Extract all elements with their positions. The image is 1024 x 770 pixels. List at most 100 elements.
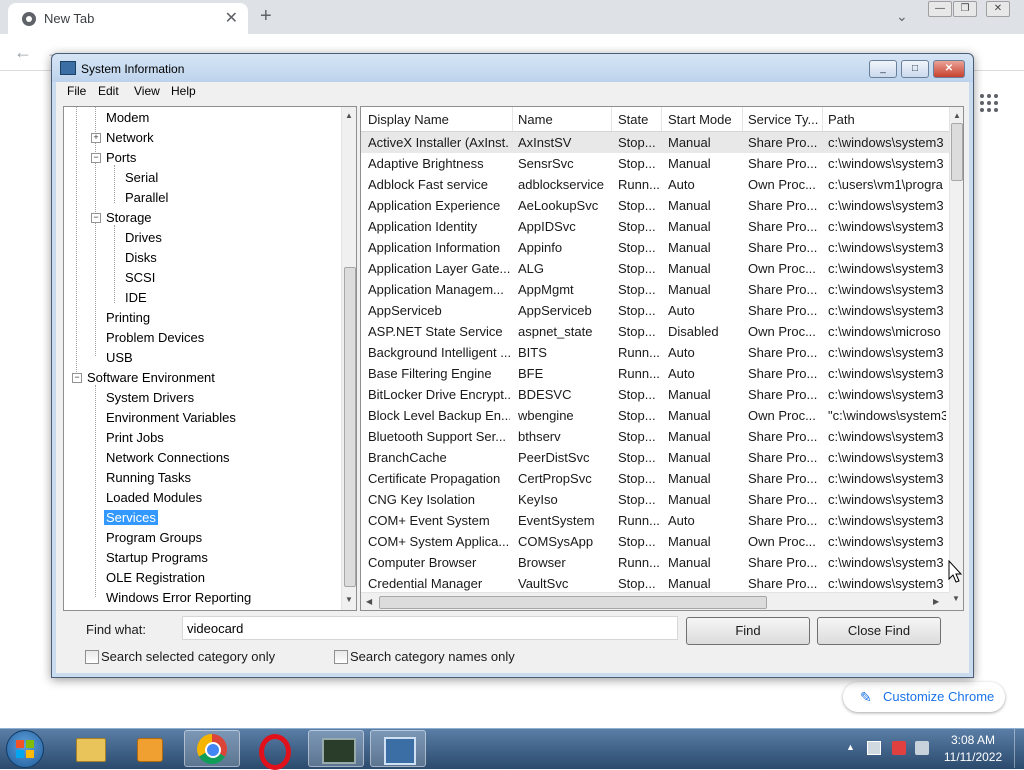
table-row[interactable]: CNG Key Isolation KeyIso Stop... Manual Shar… [361,489,949,510]
column-divider[interactable] [742,107,743,131]
tree-item-drives[interactable]: Drives [125,230,162,245]
tree-item-system-drivers[interactable]: System Drivers [106,390,194,405]
scroll-down-icon[interactable]: ▼ [345,595,353,604]
table-row[interactable]: COM+ Event System EventSystem Runn... Auto S… [361,510,949,531]
table-row[interactable]: AppServiceb AppServiceb Stop... Auto Share P… [361,300,949,321]
table-row[interactable]: Application Layer Gate... ALG Stop... Manua… [361,258,949,279]
tree-item-parallel[interactable]: Parallel [125,190,168,205]
menu-help[interactable]: Help [171,84,196,98]
column-name[interactable]: Name [518,112,553,127]
taskbar-system-information[interactable] [370,730,426,767]
back-arrow-icon[interactable]: ← [14,42,32,63]
tree-item-scsi[interactable]: SCSI [125,270,155,285]
column-display-name[interactable]: Display Name [368,112,449,127]
menu-file[interactable]: File [67,84,86,98]
table-row[interactable]: COM+ System Applica... COMSysApp Stop... Ma… [361,531,949,552]
tree-item-windows-error-reporting[interactable]: Windows Error Reporting [106,590,251,605]
collapse-storage-toggle[interactable]: − [91,213,101,223]
table-row[interactable]: Application Experience AeLookupSvc Stop...… [361,195,949,216]
network-icon[interactable] [867,741,881,755]
close-find-button[interactable]: Close Find [817,617,941,645]
find-what-input[interactable] [182,616,678,640]
tree-item-problem-devices[interactable]: Problem Devices [106,330,204,345]
list-vscroll-thumb[interactable] [951,123,963,181]
tree-item-print-jobs[interactable]: Print Jobs [106,430,164,445]
scroll-right-icon[interactable]: ▶ [933,597,939,606]
search-selected-category-checkbox[interactable] [85,650,99,664]
table-row[interactable]: Bluetooth Support Ser... bthserv Stop... Ma… [361,426,949,447]
list-hscroll-thumb[interactable] [379,596,767,609]
collapse-software-environment-toggle[interactable]: − [72,373,82,383]
table-row[interactable]: ASP.NET State Service aspnet_state Stop...… [361,321,949,342]
services-list[interactable]: Display Name Name State Start Mode Servi… [360,106,964,611]
tree-item-network[interactable]: Network [106,130,154,145]
column-state[interactable]: State [618,112,648,127]
action-center-icon[interactable] [892,741,906,755]
close-button[interactable]: ✕ [933,60,965,78]
scroll-down-icon[interactable]: ▼ [952,594,960,603]
minimize-browser-button[interactable]: — [928,1,952,17]
tree-item-environment-variables[interactable]: Environment Variables [106,410,236,425]
list-horizontal-scrollbar[interactable]: ◀ ▶ [361,592,949,610]
tree-item-loaded-modules[interactable]: Loaded Modules [106,490,202,505]
column-path[interactable]: Path [828,112,855,127]
collapse-ports-toggle[interactable]: − [91,153,101,163]
table-row[interactable]: Credential Manager VaultSvc Stop... Manual S… [361,573,949,594]
close-tab-icon[interactable]: ✕ [225,8,238,28]
scroll-up-icon[interactable]: ▲ [953,111,961,120]
show-hidden-icons-icon[interactable]: ▲ [846,742,855,752]
search-category-names-checkbox[interactable] [334,650,348,664]
chevron-down-icon[interactable]: ⌄ [896,8,908,25]
apps-grid-icon[interactable] [980,94,1000,114]
scroll-up-icon[interactable]: ▲ [345,111,353,120]
column-service-type[interactable]: Service Ty... [748,112,818,127]
table-row[interactable]: Application Identity AppIDSvc Stop... Manua… [361,216,949,237]
tree-item-ports[interactable]: Ports [106,150,136,165]
taskbar-media-player[interactable] [122,730,178,767]
table-row[interactable]: ActiveX Installer (AxInst... AxInstSV Stop… [361,132,949,153]
tree-item-usb[interactable]: USB [106,350,133,365]
tree-item-running-tasks[interactable]: Running Tasks [106,470,191,485]
table-row[interactable]: Computer Browser Browser Runn... Manual Shar… [361,552,949,573]
column-divider[interactable] [822,107,823,131]
show-desktop-button[interactable] [1014,729,1024,768]
tree-item-startup-programs[interactable]: Startup Programs [106,550,208,565]
taskbar-chrome[interactable] [184,730,240,767]
tree-item-disks[interactable]: Disks [125,250,157,265]
column-divider[interactable] [611,107,612,131]
list-vertical-scrollbar[interactable]: ▲ [949,107,963,592]
column-start-mode[interactable]: Start Mode [668,112,732,127]
minimize-button[interactable]: _ [869,60,897,78]
speaker-icon[interactable] [915,741,929,755]
table-row[interactable]: Application Information Appinfo Stop... Man… [361,237,949,258]
browser-tab[interactable]: New Tab ✕ [8,3,248,34]
column-divider[interactable] [512,107,513,131]
tree-item-services[interactable]: Services [104,510,158,525]
tree-vertical-scrollbar[interactable]: ▲ ▼ [341,107,356,610]
tree-scroll-thumb[interactable] [344,267,356,587]
clock-time[interactable]: 3:08 AM [940,733,1006,747]
table-row[interactable]: Adaptive Brightness SensrSvc Stop... Manual… [361,153,949,174]
table-row[interactable]: BitLocker Drive Encrypt... BDESVC Stop... M… [361,384,949,405]
new-tab-icon[interactable]: + [260,5,272,28]
taskbar-opera[interactable] [246,730,302,770]
taskbar-task-manager[interactable] [308,730,364,767]
tree-item-printing[interactable]: Printing [106,310,150,325]
close-browser-button[interactable]: ✕ [986,1,1010,17]
table-row[interactable]: Base Filtering Engine BFE Runn... Auto Share… [361,363,949,384]
menu-view[interactable]: View [134,84,160,98]
table-row[interactable]: Adblock Fast service adblockservice Runn..… [361,174,949,195]
tree-item-storage[interactable]: Storage [106,210,152,225]
tree-item-software-environment[interactable]: Software Environment [87,370,215,385]
tree-item-ole-registration[interactable]: OLE Registration [106,570,205,585]
tree-item-ide[interactable]: IDE [125,290,147,305]
menu-edit[interactable]: Edit [98,84,119,98]
table-row[interactable]: BranchCache PeerDistSvc Stop... Manual Share… [361,447,949,468]
customize-chrome-button[interactable]: ✎ Customize Chrome [843,682,1005,712]
table-row[interactable]: Block Level Backup En... wbengine Stop... M… [361,405,949,426]
table-row[interactable]: Background Intelligent ... BITS Runn... Aut… [361,342,949,363]
expand-network-toggle[interactable]: + [91,133,101,143]
clock-date[interactable]: 11/11/2022 [940,750,1006,764]
column-divider[interactable] [661,107,662,131]
tree-item-network-connections[interactable]: Network Connections [106,450,230,465]
